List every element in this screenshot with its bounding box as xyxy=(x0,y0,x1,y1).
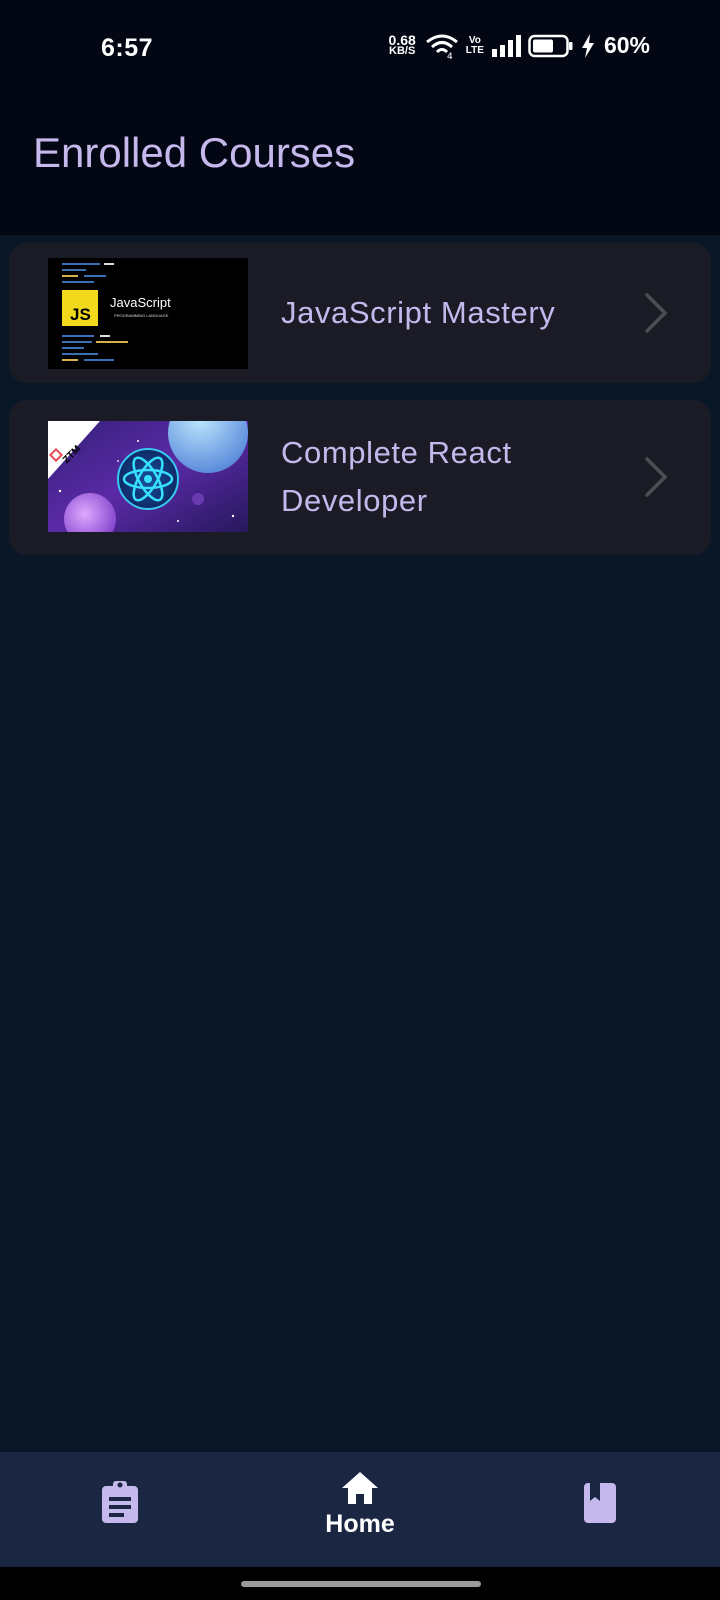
signal-icon xyxy=(491,34,521,57)
nav-label-home: Home xyxy=(325,1510,395,1538)
course-thumbnail-javascript: JS JavaScript PROGRAMMING LANGUAGE xyxy=(48,258,248,369)
status-time: 6:57 xyxy=(101,34,154,62)
chevron-right-icon xyxy=(645,293,668,333)
nav-item-assignments[interactable] xyxy=(80,1452,160,1567)
nav-item-home[interactable]: Home xyxy=(300,1452,420,1567)
javascript-thumbnail-art: JS JavaScript PROGRAMMING LANGUAGE xyxy=(48,258,248,369)
network-speed: 0.68 KB/S xyxy=(388,31,416,57)
bookmark-book-icon xyxy=(584,1483,616,1523)
home-icon xyxy=(342,1472,378,1504)
charging-icon xyxy=(581,33,594,58)
chevron-right-icon xyxy=(645,457,668,497)
nav-item-library[interactable] xyxy=(560,1452,640,1567)
status-icons: 0.68 KB/S 4 Vo LTE 60% xyxy=(389,32,650,59)
gesture-handle[interactable] xyxy=(241,1581,481,1587)
course-title-react: Complete React Developer xyxy=(281,435,512,518)
course-title-javascript: JavaScript Mastery xyxy=(281,295,556,330)
course-thumbnail-react: ZTM xyxy=(48,421,248,532)
react-thumbnail-art: ZTM xyxy=(48,421,248,532)
thumb-title-javascript: JavaScript xyxy=(110,295,171,310)
assignment-icon xyxy=(102,1481,138,1523)
gesture-navigation-area xyxy=(0,1567,720,1600)
page-title: Enrolled Courses xyxy=(33,129,356,176)
battery-icon xyxy=(528,34,573,57)
wifi-tag: 4 xyxy=(447,52,453,59)
volte-bottom: LTE xyxy=(465,44,484,56)
course-card-javascript[interactable]: JS JavaScript PROGRAMMING LANGUAGE JavaS… xyxy=(9,243,711,383)
network-speed-value: 0.68 xyxy=(388,31,416,48)
wifi-icon: 4 xyxy=(425,34,458,59)
network-speed-unit: KB/S xyxy=(389,44,416,57)
volte-top: Vo xyxy=(468,34,481,46)
status-bar: 6:57 0.68 KB/S 4 Vo LTE 60% xyxy=(0,0,720,96)
app-header: Enrolled Courses xyxy=(0,96,720,235)
thumb-subtitle-javascript: PROGRAMMING LANGUAGE xyxy=(114,313,169,318)
js-logo-text: JS xyxy=(70,305,91,324)
bottom-navigation: Home xyxy=(0,1452,720,1567)
volte-indicator: Vo LTE xyxy=(465,34,484,56)
course-card-react[interactable]: ZTM Complete React Developer xyxy=(9,400,711,555)
battery-percent: 60% xyxy=(603,32,650,58)
